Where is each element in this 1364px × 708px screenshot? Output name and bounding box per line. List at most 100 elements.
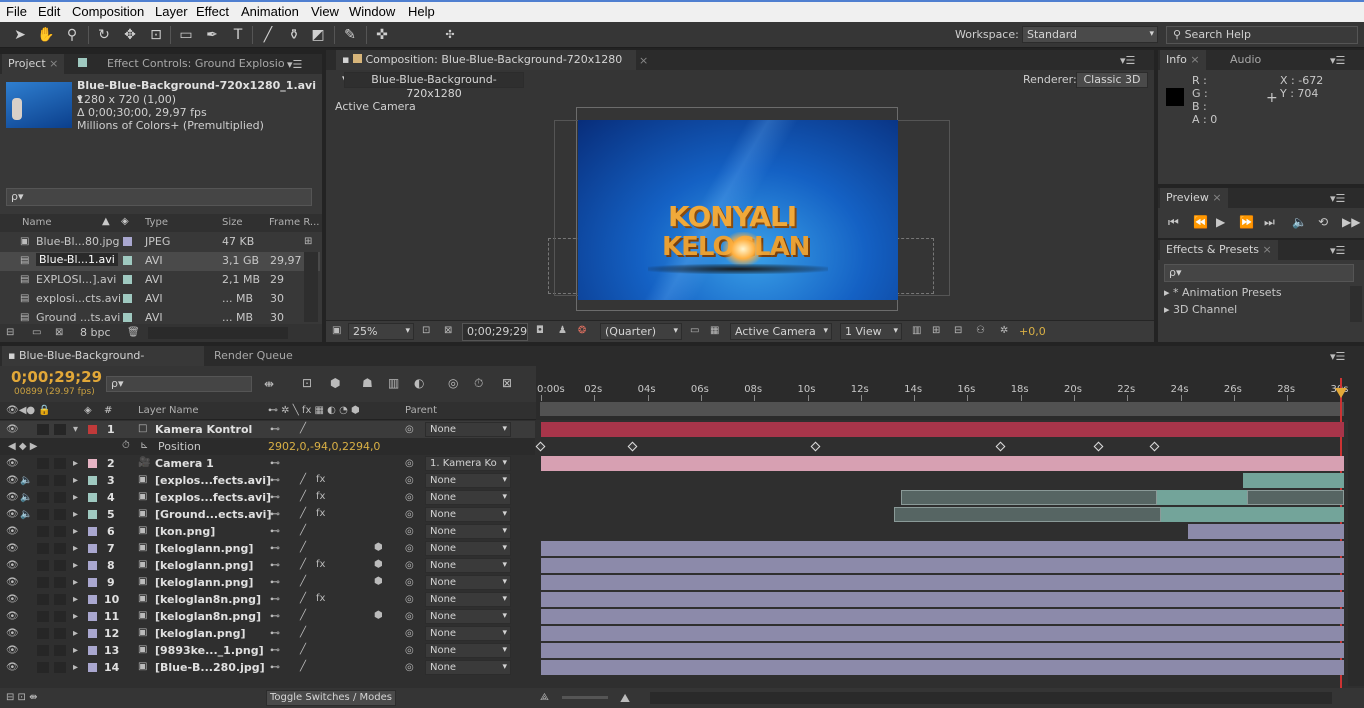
lock-toggle[interactable] — [54, 560, 66, 571]
shy-switch-icon[interactable]: ⊷ — [270, 628, 280, 639]
layer-duration-bar[interactable] — [1247, 490, 1344, 505]
last-frame-icon[interactable]: ⏭ — [1264, 215, 1275, 230]
parent-dropdown[interactable]: None — [425, 558, 511, 573]
label-color[interactable] — [88, 476, 97, 485]
chevron-right-icon[interactable]: ▸ — [73, 458, 78, 469]
parent-dropdown[interactable]: None — [425, 626, 511, 641]
shy-switch-icon[interactable]: ⊷ — [270, 577, 280, 588]
solo-toggle[interactable] — [37, 594, 49, 605]
table-row[interactable]: 👁 ▸ 2 🎥 Camera 1 ⊷ ◎ 1. Kamera Ko — [0, 455, 535, 472]
eye-icon[interactable]: 👁 — [6, 560, 19, 571]
layer-track[interactable] — [541, 575, 1344, 590]
ram-preview-icon[interactable]: ▶▶ — [1342, 215, 1360, 229]
shy-switch-icon[interactable]: ⊷ — [270, 475, 280, 486]
parent-dropdown[interactable]: None — [425, 575, 511, 590]
eye-icon[interactable]: 👁 — [6, 492, 19, 503]
table-row[interactable]: 👁 🔈 ▸ 5 ▣ [Ground...ects.avi] ⊷ ╱ fx ◎ None — [0, 506, 535, 523]
next-frame-icon[interactable]: ⏩ — [1239, 215, 1254, 229]
layer-track[interactable] — [541, 422, 1344, 437]
eraser-tool-icon[interactable]: ◩ — [308, 25, 328, 45]
parent-dropdown[interactable]: None — [425, 660, 511, 675]
play-icon[interactable]: ▶ — [1216, 215, 1225, 229]
layer-name[interactable]: Camera 1 — [155, 457, 214, 470]
parent-dropdown[interactable]: None — [425, 592, 511, 607]
layer-duration-bar[interactable] — [541, 456, 1344, 471]
lock-toggle[interactable] — [54, 628, 66, 639]
layer-name[interactable]: [explos...fects.avi] — [155, 474, 271, 487]
lock-toggle[interactable] — [54, 509, 66, 520]
label-color[interactable] — [88, 595, 97, 604]
frame-blending-icon[interactable]: ▥ — [388, 376, 399, 390]
fx-icon[interactable]: fx — [316, 593, 325, 604]
fit-icon[interactable]: ⊡ — [422, 325, 430, 336]
tab-audio[interactable]: Audio — [1224, 50, 1267, 70]
quality-switch-icon[interactable]: ╱ — [300, 542, 306, 553]
camera-tool-icon[interactable]: ✥ — [120, 25, 140, 45]
fx-icon[interactable]: fx — [316, 508, 325, 519]
pickwhip-icon[interactable]: ◎ — [405, 458, 414, 469]
eye-icon[interactable]: 👁 — [6, 611, 19, 622]
3d-layer-icon[interactable]: ⬢ — [374, 559, 383, 570]
fast-previews-icon[interactable]: ⊞ — [932, 325, 940, 336]
col-name[interactable]: Name — [22, 217, 52, 228]
shy-switch-icon[interactable]: ⊷ — [270, 560, 280, 571]
eye-icon[interactable]: 👁 — [6, 526, 19, 537]
panel-menu-icon[interactable]: ▾☰ — [1330, 54, 1345, 67]
quality-switch-icon[interactable]: ╱ — [300, 559, 306, 570]
table-row[interactable]: 👁 ▸ 12 ▣ [keloglan.png] ⊷ ╱ ◎ None — [0, 625, 535, 642]
audio-icon[interactable]: 🔈 — [1292, 215, 1307, 229]
position-value[interactable]: 2902,0,-94,0,2294,0 — [268, 440, 380, 453]
pickwhip-icon[interactable]: ◎ — [405, 594, 414, 605]
list-item[interactable]: ▤ Blue-Bl...1.avi AVI 3,1 GB 29,97 — [0, 252, 320, 271]
stopwatch-icon[interactable]: ⏱ — [122, 440, 130, 451]
draft-3d-icon[interactable]: ⬢ — [330, 376, 340, 390]
flowchart-icon[interactable]: ⚇ — [976, 325, 985, 336]
pickwhip-icon[interactable]: ◎ — [405, 628, 414, 639]
solo-toggle[interactable] — [37, 577, 49, 588]
lock-toggle[interactable] — [54, 492, 66, 503]
layer-track[interactable] — [541, 609, 1344, 624]
quality-switch-icon[interactable]: ╱ — [300, 644, 306, 655]
layer-name[interactable]: [Blue-B...280.jpg] — [155, 661, 265, 674]
list-item[interactable]: ▤ EXPLOSI...].avi AVI 2,1 MB 29 — [0, 271, 320, 290]
comp-name-button[interactable]: Blue-Blue-Background-720x1280 — [344, 72, 524, 100]
layer-track[interactable] — [541, 541, 1344, 556]
layer-track[interactable] — [541, 660, 1344, 675]
search-help-field[interactable]: ⚲ Search Help — [1166, 26, 1358, 44]
timeline-search-input[interactable]: ρ▾ — [106, 376, 252, 392]
brush-tool-icon[interactable]: ╱ — [258, 25, 278, 45]
layer-duration-bar[interactable] — [541, 592, 1344, 607]
eye-icon[interactable]: 👁 — [6, 628, 19, 639]
motion-blur-icon[interactable]: ◐ — [414, 376, 424, 390]
project-scrollbar[interactable] — [304, 252, 318, 322]
show-snapshot-icon[interactable]: ♟ — [558, 325, 567, 336]
quality-switch-icon[interactable]: ╱ — [300, 576, 306, 587]
3d-layer-icon[interactable]: ⬢ — [374, 542, 383, 553]
layer-name[interactable]: [keloglan8n.png] — [155, 610, 261, 623]
lock-toggle[interactable] — [54, 458, 66, 469]
label-color[interactable] — [88, 629, 97, 638]
layer-duration-bar[interactable] — [541, 422, 1344, 437]
quality-switch-icon[interactable]: ╱ — [300, 474, 306, 485]
parent-dropdown[interactable]: None — [425, 609, 511, 624]
close-tab-icon[interactable]: × — [639, 54, 648, 67]
panel-menu-icon[interactable]: ▾☰ — [287, 58, 302, 71]
lock-toggle[interactable] — [54, 543, 66, 554]
chevron-right-icon[interactable]: ▸ — [73, 628, 78, 639]
shy-switch-icon[interactable]: ⊷ — [270, 662, 280, 673]
layer-track[interactable] — [541, 558, 1344, 573]
solo-toggle[interactable] — [37, 492, 49, 503]
shy-layers-icon[interactable]: ☗ — [362, 376, 373, 390]
flowchart-icon[interactable]: ⊞ — [304, 236, 312, 247]
pickwhip-icon[interactable]: ◎ — [405, 475, 414, 486]
shy-switch-icon[interactable]: ⊷ — [270, 594, 280, 605]
table-row[interactable]: 👁 🔈 ▸ 4 ▣ [explos...fects.avi] ⊷ ╱ fx ◎ None — [0, 489, 535, 506]
lock-toggle[interactable] — [54, 662, 66, 673]
chevron-down-icon[interactable]: ▾ — [73, 424, 78, 435]
eye-icon[interactable]: 👁 — [6, 424, 19, 435]
graph-icon[interactable]: ⊾ — [140, 440, 148, 451]
keyframe-navigator-icon[interactable]: ◀ ◆ ▶ — [8, 441, 37, 452]
chevron-right-icon[interactable]: ▸ — [73, 475, 78, 486]
shy-switch-icon[interactable]: ⊷ — [270, 509, 280, 520]
layer-duration-bar[interactable] — [541, 558, 1344, 573]
